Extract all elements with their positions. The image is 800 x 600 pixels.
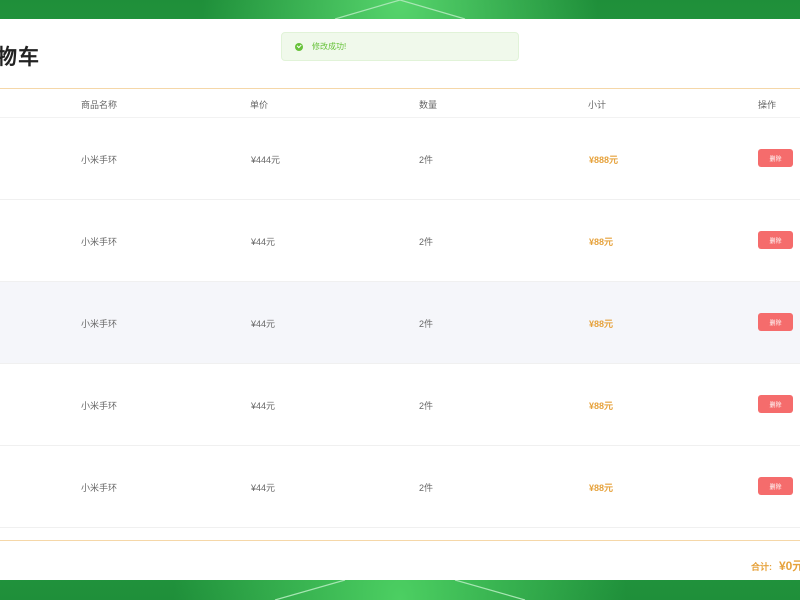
page-title: 物车 — [0, 46, 40, 69]
cart-footer: 合计: ¥0元 — [0, 540, 800, 580]
product-name: 小米手环 — [81, 401, 118, 411]
success-check-icon — [295, 42, 303, 51]
unit-price: ¥44元 — [251, 237, 276, 247]
subtotal: ¥88元 — [589, 401, 614, 411]
total-label: 合计: — [751, 562, 772, 572]
column-header-subtotal: 小计 — [588, 100, 607, 110]
column-header-name: 商品名称 — [81, 100, 118, 110]
total-value: ¥0元 — [779, 559, 800, 573]
subtotal: ¥88元 — [589, 319, 614, 329]
quantity: 2件 — [419, 237, 434, 247]
product-name: 小米手环 — [81, 319, 118, 329]
table-row: 小米手环 ¥44元 2件 ¥88元 删除 — [0, 200, 800, 282]
quantity: 2件 — [419, 401, 434, 411]
table-row: 小米手环 ¥444元 2件 ¥888元 删除 — [0, 118, 800, 200]
delete-button[interactable]: 删除 — [758, 313, 793, 331]
table-row: 小米手环 ¥44元 2件 ¥88元 删除 — [0, 446, 800, 528]
table-row: 小米手环 ¥44元 2件 ¥88元 删除 — [0, 282, 800, 364]
product-name: 小米手环 — [81, 237, 118, 247]
top-decoration — [334, 0, 466, 19]
cart-panel: 物车 修改成功! 商品名称 单价 数量 小计 操作 小米手环 ¥444元 2件 … — [0, 19, 800, 580]
product-name: 小米手环 — [81, 483, 118, 493]
product-name: 小米手环 — [81, 155, 118, 165]
delete-button[interactable]: 删除 — [758, 231, 793, 249]
column-header-action: 操作 — [758, 100, 777, 110]
unit-price: ¥44元 — [251, 401, 276, 411]
subtotal: ¥888元 — [589, 155, 619, 165]
success-toast: 修改成功! — [281, 32, 519, 61]
table-header: 商品名称 单价 数量 小计 操作 — [0, 88, 800, 118]
quantity: 2件 — [419, 319, 434, 329]
subtotal: ¥88元 — [589, 483, 614, 493]
unit-price: ¥444元 — [251, 155, 281, 165]
delete-button[interactable]: 删除 — [758, 395, 793, 413]
column-header-quantity: 数量 — [419, 100, 438, 110]
toast-message: 修改成功! — [312, 42, 347, 51]
column-header-price: 单价 — [250, 100, 269, 110]
delete-button[interactable]: 删除 — [758, 149, 793, 167]
unit-price: ¥44元 — [251, 319, 276, 329]
unit-price: ¥44元 — [251, 483, 276, 493]
bottom-decoration — [274, 580, 526, 600]
quantity: 2件 — [419, 155, 434, 165]
delete-button[interactable]: 删除 — [758, 477, 793, 495]
table-row: 小米手环 ¥44元 2件 ¥88元 删除 — [0, 364, 800, 446]
subtotal: ¥88元 — [589, 237, 614, 247]
quantity: 2件 — [419, 483, 434, 493]
